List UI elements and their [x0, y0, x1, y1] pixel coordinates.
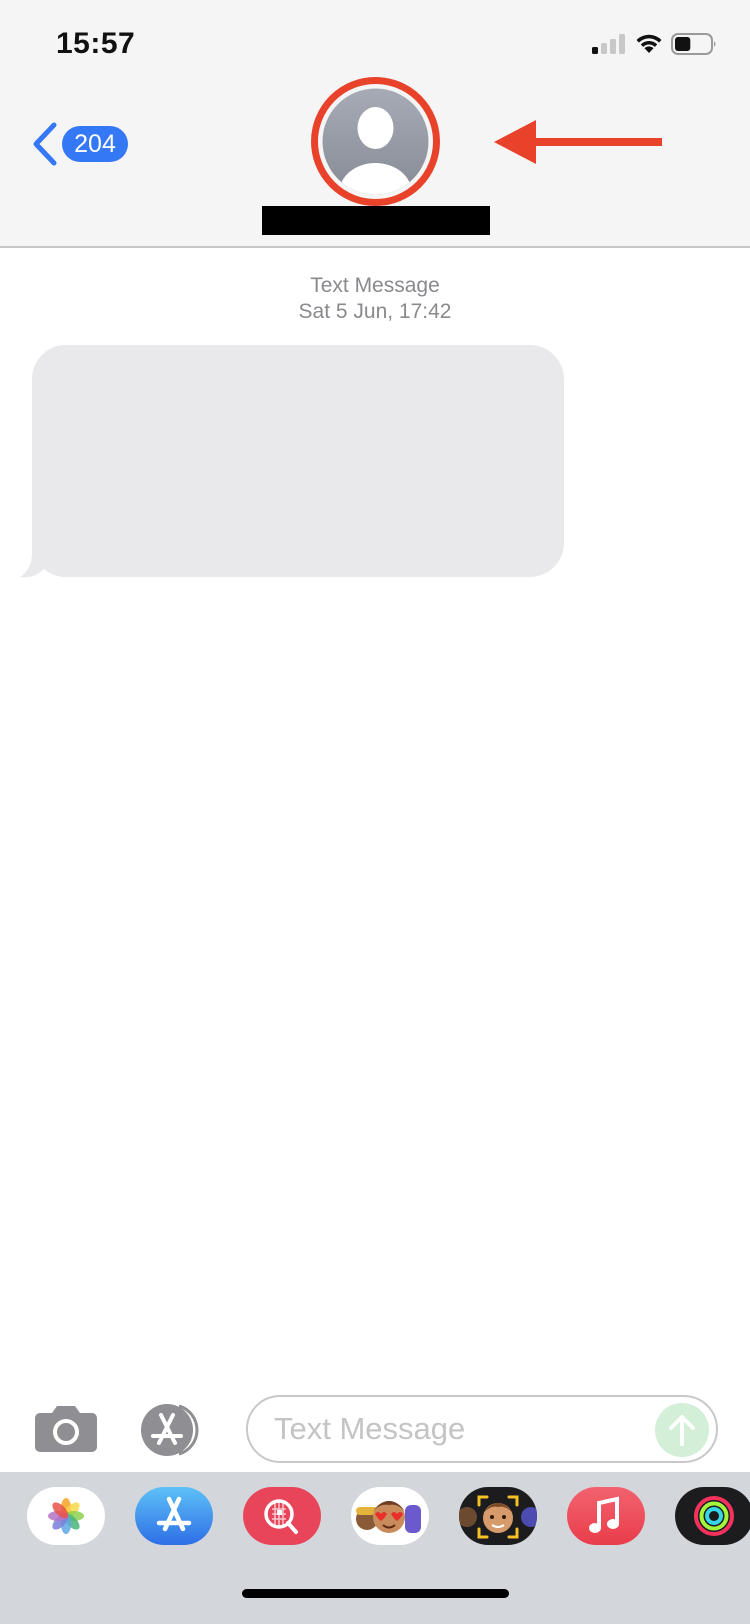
annotation-arrow-icon [494, 120, 662, 164]
unread-count-badge: 204 [62, 126, 128, 162]
contact-name-redacted [262, 206, 490, 235]
app-photos[interactable] [27, 1487, 105, 1545]
camera-icon [35, 1406, 97, 1452]
app-memoji-stickers[interactable] [351, 1487, 429, 1545]
cellular-signal-icon [592, 34, 625, 54]
memoji-stickers-icon [351, 1487, 429, 1545]
app-images-search[interactable] [243, 1487, 321, 1545]
memoji-icon [459, 1487, 537, 1545]
send-button[interactable] [655, 1403, 709, 1457]
app-memoji[interactable] [459, 1487, 537, 1545]
app-activity[interactable] [675, 1487, 750, 1545]
app-app-store[interactable] [135, 1487, 213, 1545]
home-indicator[interactable] [242, 1589, 509, 1598]
back-button[interactable]: 204 [30, 118, 130, 168]
apps-button[interactable] [139, 1403, 211, 1457]
app-store-icon [141, 1404, 199, 1456]
photos-icon [27, 1487, 105, 1545]
message-timestamp: Sat 5 Jun, 17:42 [298, 300, 452, 323]
battery-icon [671, 33, 716, 55]
message-input-field[interactable] [246, 1395, 718, 1463]
incoming-message-bubble[interactable] [18, 343, 568, 579]
composer-bar [0, 1390, 750, 1470]
contact-avatar [311, 77, 440, 206]
app-music[interactable] [567, 1487, 645, 1545]
wifi-icon [636, 34, 662, 53]
service-label: Text Message [310, 274, 440, 297]
arrow-up-icon [669, 1415, 695, 1446]
chevron-left-icon [33, 122, 57, 166]
conversation-header: 15:57 204 [0, 0, 750, 248]
activity-rings-icon [675, 1487, 750, 1545]
music-note-icon [567, 1487, 645, 1545]
app-store-icon [135, 1487, 213, 1545]
camera-button[interactable] [34, 1405, 98, 1453]
status-time: 15:57 [56, 27, 136, 60]
globe-search-icon [243, 1487, 321, 1545]
imessage-app-drawer [0, 1472, 750, 1624]
message-input[interactable] [274, 1407, 634, 1451]
contact-avatar-button[interactable] [310, 76, 441, 207]
